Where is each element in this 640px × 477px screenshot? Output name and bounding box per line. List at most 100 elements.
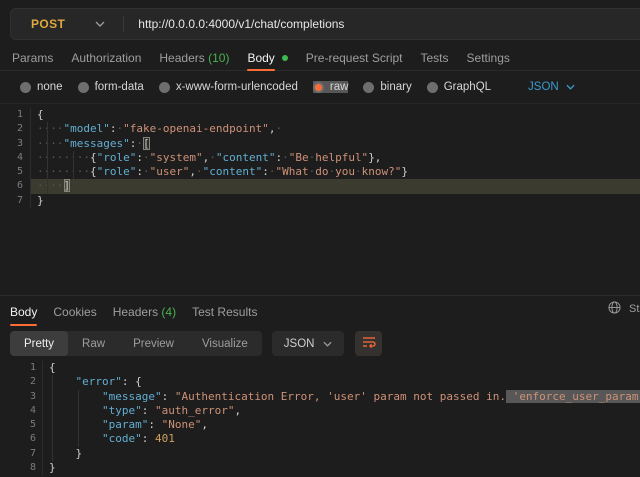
view-pretty-button[interactable]: Pretty	[10, 331, 68, 356]
response-headers-count-badge: (4)	[161, 305, 176, 319]
code-text: {	[42, 361, 640, 375]
url-bar-divider	[123, 16, 124, 32]
line-number: 3	[0, 390, 42, 404]
raw-format-dropdown[interactable]: JSON	[528, 81, 575, 93]
line-number: 2	[0, 375, 42, 389]
tab-response-body-label: Body	[10, 305, 37, 319]
code-line[interactable]: 6····]	[0, 179, 640, 193]
response-body-editor[interactable]: 1{2 "error": {3 "message": "Authenticati…	[0, 357, 640, 477]
tab-headers-label: Headers	[159, 51, 204, 65]
line-number: 1	[0, 108, 30, 122]
radio-form-data-label: form-data	[95, 81, 144, 93]
indent-guide	[78, 390, 79, 447]
raw-format-label: JSON	[528, 81, 559, 93]
headers-count-badge: (10)	[208, 51, 229, 65]
code-line[interactable]: 3 "message": "Authentication Error, 'use…	[0, 390, 640, 404]
tab-test-results[interactable]: Test Results	[192, 305, 257, 319]
radio-circle-icon	[363, 82, 374, 93]
code-line[interactable]: 7}	[0, 194, 640, 208]
radio-graphql[interactable]: GraphQL	[427, 81, 491, 93]
response-tabs: Body Cookies Headers (4) Test Results	[0, 296, 640, 328]
radio-selected-icon	[313, 82, 324, 93]
radio-raw[interactable]: raw	[313, 81, 349, 93]
line-number: 4	[0, 151, 30, 165]
radio-urlencoded[interactable]: x-www-form-urlencoded	[159, 81, 298, 93]
indent-guide	[73, 151, 74, 179]
tab-params[interactable]: Params	[12, 51, 53, 65]
url-input[interactable]: http://0.0.0.0:4000/v1/chat/completions	[138, 17, 344, 31]
line-number: 8	[0, 461, 42, 475]
body-type-bar: none form-data x-www-form-urlencoded raw…	[0, 71, 640, 104]
tab-authorization[interactable]: Authorization	[71, 51, 141, 65]
code-text: "error": {	[42, 375, 640, 389]
globe-icon[interactable]	[608, 301, 621, 319]
code-line[interactable]: 5 "param": "None",	[0, 418, 640, 432]
code-text: "code": 401	[42, 432, 640, 446]
code-line[interactable]: 4········{"role":·"system",·"content":·"…	[0, 151, 640, 165]
response-view-switch: Pretty Raw Preview Visualize	[10, 331, 262, 356]
radio-none-label: none	[37, 81, 63, 93]
code-text: "param": "None",	[42, 418, 640, 432]
indent-guide	[52, 375, 53, 461]
word-wrap-button[interactable]	[355, 331, 382, 356]
line-number: 4	[0, 404, 42, 418]
code-line[interactable]: 8}	[0, 461, 640, 475]
code-line[interactable]: 2····"model":·"fake-openai-endpoint",·	[0, 122, 640, 136]
view-raw-button[interactable]: Raw	[68, 331, 119, 356]
code-line[interactable]: 2 "error": {	[0, 375, 640, 389]
code-line[interactable]: 1{	[0, 361, 640, 375]
code-text: ····"messages":·[	[30, 137, 640, 151]
tab-response-headers-label: Headers	[113, 305, 158, 319]
tab-headers[interactable]: Headers (10)	[159, 51, 229, 65]
method-selector[interactable]: POST	[31, 17, 65, 31]
radio-binary[interactable]: binary	[363, 81, 411, 93]
request-url-bar: POST http://0.0.0.0:4000/v1/chat/complet…	[10, 8, 640, 40]
format-chevron-down-icon	[566, 84, 575, 90]
word-wrap-icon	[362, 335, 376, 353]
line-number: 6	[0, 432, 42, 446]
tab-body[interactable]: Body	[247, 51, 287, 65]
code-line[interactable]: 1{	[0, 108, 640, 122]
radio-raw-label: raw	[330, 81, 349, 93]
radio-none[interactable]: none	[20, 81, 63, 93]
radio-circle-icon	[20, 82, 31, 93]
radio-urlencoded-label: x-www-form-urlencoded	[176, 81, 298, 93]
code-text: ····]	[30, 179, 640, 193]
code-text: }	[42, 447, 640, 461]
line-number: 2	[0, 122, 30, 136]
tab-body-label: Body	[247, 51, 274, 65]
radio-circle-icon	[427, 82, 438, 93]
response-format-dropdown[interactable]: JSON	[272, 331, 345, 356]
tab-prerequest-script[interactable]: Pre-request Script	[306, 51, 403, 65]
radio-circle-icon	[78, 82, 89, 93]
tab-response-body[interactable]: Body	[10, 305, 37, 319]
code-text: ····"model":·"fake-openai-endpoint",·	[30, 122, 640, 136]
radio-binary-label: binary	[380, 81, 411, 93]
active-tab-underline	[10, 324, 37, 326]
body-modified-dot-icon	[282, 55, 288, 61]
method-chevron-down-icon[interactable]	[95, 21, 105, 27]
code-line[interactable]: 5········{"role":·"user",·"content":·"Wh…	[0, 165, 640, 179]
view-preview-button[interactable]: Preview	[119, 331, 188, 356]
response-toolbar: Pretty Raw Preview Visualize JSON	[10, 331, 382, 356]
request-body-editor[interactable]: 1{2····"model":·"fake-openai-endpoint",·…	[0, 104, 640, 291]
line-number: 5	[0, 418, 42, 432]
code-line[interactable]: 7 }	[0, 447, 640, 461]
request-tabs: Params Authorization Headers (10) Body P…	[0, 46, 640, 71]
tab-tests[interactable]: Tests	[421, 51, 449, 65]
radio-graphql-label: GraphQL	[444, 81, 491, 93]
indent-guide	[47, 122, 48, 194]
code-line[interactable]: 6 "code": 401	[0, 432, 640, 446]
tab-response-headers[interactable]: Headers (4)	[113, 305, 176, 319]
response-format-chevron-down-icon	[323, 341, 332, 347]
line-number: 5	[0, 165, 30, 179]
tab-settings[interactable]: Settings	[467, 51, 510, 65]
tab-cookies[interactable]: Cookies	[53, 305, 96, 319]
line-number: 3	[0, 137, 30, 151]
radio-form-data[interactable]: form-data	[78, 81, 144, 93]
line-number: 6	[0, 179, 30, 193]
code-line[interactable]: 4 "type": "auth_error",	[0, 404, 640, 418]
view-visualize-button[interactable]: Visualize	[188, 331, 262, 356]
response-format-label: JSON	[284, 338, 315, 350]
code-line[interactable]: 3····"messages":·[	[0, 137, 640, 151]
